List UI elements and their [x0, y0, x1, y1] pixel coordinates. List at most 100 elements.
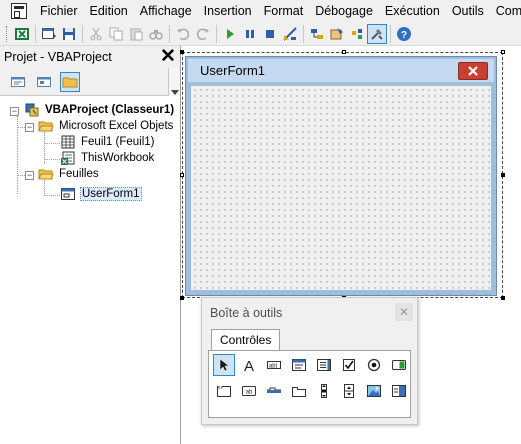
- menu-insertion[interactable]: Insertion: [198, 0, 258, 22]
- tree-node-feuilles[interactable]: Feuilles: [38, 166, 100, 182]
- resize-handle[interactable]: [501, 296, 505, 300]
- menu-fichier[interactable]: Fichier: [34, 0, 84, 22]
- tabstrip-tool-icon[interactable]: [263, 380, 285, 402]
- copy-icon[interactable]: [106, 24, 126, 44]
- userform-close-button[interactable]: [458, 61, 488, 80]
- close-icon[interactable]: ✕: [160, 47, 176, 66]
- toolbar-separator: [303, 24, 304, 43]
- project-tree: − VBAProject (Classeur1) − Microsoft Exc…: [0, 96, 180, 436]
- cut-icon[interactable]: [86, 24, 106, 44]
- collapse-forms-folder-icon[interactable]: −: [25, 171, 34, 180]
- image-tool-icon[interactable]: [363, 380, 385, 402]
- excel-view-icon[interactable]: [12, 24, 32, 44]
- menu-edition[interactable]: Edition: [84, 0, 134, 22]
- resize-handle[interactable]: [501, 173, 505, 177]
- userform-titlebar[interactable]: UserForm1: [188, 59, 494, 83]
- redo-icon[interactable]: [193, 24, 213, 44]
- toolbox-title: Boîte à outils: [210, 306, 283, 320]
- collapse-excel-objects-icon[interactable]: −: [25, 123, 34, 132]
- spinbutton-tool-icon[interactable]: [338, 380, 360, 402]
- textbox-tool-icon[interactable]: ab|: [263, 354, 285, 376]
- refedit-tool-icon[interactable]: [388, 380, 410, 402]
- tree-label-thisworkbook: ThisWorkbook: [81, 152, 155, 164]
- paste-icon[interactable]: [126, 24, 146, 44]
- tree-label-feuilles: Feuilles: [59, 168, 99, 180]
- project-explorer-icon[interactable]: [307, 24, 327, 44]
- resize-handle[interactable]: [180, 50, 184, 54]
- toolbar-separator: [216, 24, 217, 43]
- resize-handle[interactable]: [342, 50, 346, 54]
- tree-node-excel-objects[interactable]: Microsoft Excel Objets: [38, 118, 174, 134]
- find-icon[interactable]: [146, 24, 166, 44]
- resize-handle[interactable]: [180, 173, 184, 177]
- object-browser-icon[interactable]: [347, 24, 367, 44]
- toolbox-close-button[interactable]: ✕: [395, 303, 413, 321]
- tree-connector: [44, 159, 60, 160]
- svg-text:A: A: [244, 358, 254, 373]
- menu-complements[interactable]: Compl: [490, 0, 521, 22]
- menu-debogage[interactable]: Débogage: [309, 0, 379, 22]
- worksheet-icon: [61, 135, 75, 149]
- optionbutton-tool-icon[interactable]: [363, 354, 385, 376]
- run-icon[interactable]: [220, 24, 240, 44]
- toolbar-separator: [82, 24, 83, 43]
- scrollbar-tool-icon[interactable]: [313, 380, 335, 402]
- toolbox-icon[interactable]: [367, 23, 387, 44]
- vbe-app-icon[interactable]: [11, 3, 27, 19]
- tree-label-feuil1: Feuil1 (Feuil1): [81, 136, 155, 148]
- menu-outils[interactable]: Outils: [446, 0, 490, 22]
- commandbutton-tool-icon[interactable]: ab: [238, 380, 260, 402]
- combobox-tool-icon[interactable]: [288, 354, 310, 376]
- collapse-root-icon[interactable]: −: [10, 107, 19, 116]
- userform-window[interactable]: UserForm1: [185, 56, 497, 296]
- toggle-folders-icon[interactable]: [60, 71, 80, 92]
- folder-open-icon: [38, 169, 54, 180]
- toolbar-grip[interactable]: [6, 25, 9, 42]
- listbox-tool-icon[interactable]: [313, 354, 335, 376]
- toolbar-separator: [169, 24, 170, 43]
- project-explorer-panel: Projet - VBAProject ✕ − VBAProject (Clas…: [0, 46, 181, 444]
- toolbox-controls-page: A ab| XY ab: [208, 350, 411, 418]
- break-icon[interactable]: [240, 24, 260, 44]
- tree-node-userform1[interactable]: UserForm1: [60, 186, 142, 202]
- tree-node-thisworkbook[interactable]: ThisWorkbook: [60, 150, 155, 166]
- project-explorer-scroll-arrow[interactable]: [168, 68, 180, 96]
- menu-format[interactable]: Format: [258, 0, 310, 22]
- properties-icon[interactable]: [327, 24, 347, 44]
- help-icon[interactable]: ?: [394, 24, 414, 44]
- menu-affichage[interactable]: Affichage: [134, 0, 198, 22]
- save-icon[interactable]: [59, 24, 79, 44]
- userform-design-grid[interactable]: [191, 86, 491, 290]
- menu-bar: Fichier Edition Affichage Insertion Form…: [0, 0, 521, 22]
- tree-label-userform1: UserForm1: [80, 187, 142, 201]
- tree-connector: [44, 143, 60, 144]
- project-explorer-titlebar: Projet - VBAProject ✕: [0, 46, 180, 68]
- svg-text:?: ?: [401, 30, 407, 41]
- reset-icon[interactable]: [260, 24, 280, 44]
- tree-node-vbaproject[interactable]: VBAProject (Classeur1): [24, 102, 175, 118]
- toolbar-separator: [35, 24, 36, 43]
- frame-tool-icon[interactable]: XY: [213, 380, 235, 402]
- checkbox-tool-icon[interactable]: [338, 354, 360, 376]
- folder-open-icon: [38, 121, 54, 132]
- tree-node-feuil1[interactable]: Feuil1 (Feuil1): [60, 134, 156, 150]
- resize-handle[interactable]: [501, 50, 505, 54]
- svg-text:XY: XY: [217, 385, 223, 390]
- label-tool-icon[interactable]: A: [238, 354, 260, 376]
- pointer-tool-icon[interactable]: [213, 354, 235, 376]
- resize-handle[interactable]: [180, 296, 184, 300]
- svg-text:ab: ab: [246, 390, 253, 396]
- multipage-tool-icon[interactable]: [288, 380, 310, 402]
- togglebutton-tool-icon[interactable]: [388, 354, 410, 376]
- tab-controles[interactable]: Contrôles: [211, 329, 281, 351]
- toolbar-separator: [390, 24, 391, 43]
- insert-userform-icon[interactable]: [39, 24, 59, 44]
- project-explorer-toolbar: [0, 68, 180, 96]
- design-mode-icon[interactable]: [280, 24, 300, 44]
- menu-execution[interactable]: Exécution: [379, 0, 446, 22]
- view-object-icon[interactable]: [34, 72, 54, 92]
- project-explorer-title: Projet - VBAProject: [4, 50, 112, 64]
- undo-icon[interactable]: [173, 24, 193, 44]
- svg-text:ab|: ab|: [269, 364, 278, 370]
- view-code-icon[interactable]: [8, 72, 28, 92]
